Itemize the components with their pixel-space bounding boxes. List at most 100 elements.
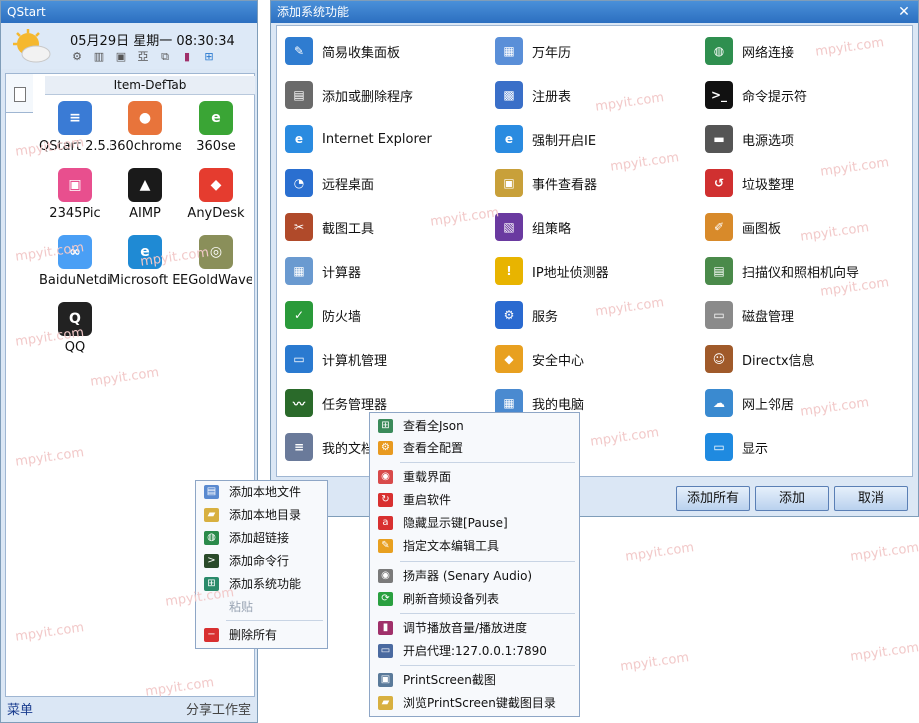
menu-item[interactable]: ▰ 浏览PrintScreen键截图目录 — [370, 692, 579, 714]
app-shortcut[interactable]: ∞ BaiduNetdisk — [39, 235, 111, 288]
menu-item[interactable]: ▮ 调节播放音量/播放进度 — [370, 617, 579, 639]
snip-icon: ✂ — [285, 213, 313, 241]
side-tab-default[interactable] — [5, 73, 33, 113]
app-shortcut[interactable]: ▲ AIMP — [109, 168, 181, 221]
globe-icon: ◍ — [204, 531, 219, 545]
menu-item[interactable]: ▤ 添加本地文件 — [196, 481, 327, 503]
menu-item[interactable]: ◍ 添加超链接 — [196, 527, 327, 549]
app-label: AnyDesk — [187, 206, 245, 221]
system-function-item[interactable]: ◔ 远程桌面 — [285, 168, 374, 198]
menu-link[interactable]: 菜单 — [7, 700, 33, 722]
font-icon[interactable]: 亞 — [136, 50, 150, 64]
network-neighborhood-icon: ☁ — [705, 389, 733, 417]
system-function-item[interactable]: ◍ 网络连接 — [705, 36, 794, 66]
system-function-item[interactable]: ! IP地址侦测器 — [495, 256, 609, 286]
image-icon[interactable]: ▣ — [114, 50, 128, 64]
system-function-item[interactable]: ▦ 万年历 — [495, 36, 571, 66]
function-label: 我的文档 — [322, 441, 375, 457]
system-function-item[interactable]: ▣ 事件查看器 — [495, 168, 597, 198]
header-toolbar: ⚙ ▥ ▣ 亞 ⧉ ▮ ⊞ — [70, 50, 216, 64]
system-function-item[interactable]: ≡ 我的文档 — [285, 432, 374, 462]
dialog-titlebar[interactable]: 添加系统功能 — [271, 1, 918, 23]
menu-item[interactable]: ◉ 扬声器 (Senary Audio) — [370, 565, 579, 587]
gear-icon[interactable]: ⚙ — [70, 50, 84, 64]
app-shortcut[interactable]: ◎ EGoldWaveP — [180, 235, 252, 288]
system-function-item[interactable]: ▦ 计算器 — [285, 256, 361, 286]
system-function-item[interactable]: ✎ 简易收集面板 — [285, 36, 400, 66]
close-icon[interactable]: ✕ — [896, 4, 912, 20]
services-icon: ⚙ — [495, 301, 523, 329]
function-label: 防火墙 — [322, 309, 362, 325]
file-icon: ▤ — [204, 485, 219, 499]
menu-item[interactable]: ⊞ 添加系统功能 — [196, 573, 327, 595]
screenshot-icon: ▣ — [378, 673, 393, 687]
remote-desktop-icon: ◔ — [285, 169, 313, 197]
function-label: 显示 — [742, 441, 769, 457]
volume-bars-icon[interactable]: ▮ — [180, 50, 194, 64]
system-function-item[interactable]: ▤ 扫描仪和照相机向导 — [705, 256, 859, 286]
book-icon[interactable]: ▥ — [92, 50, 106, 64]
app-shortcut[interactable]: ● 360chrome — [109, 101, 181, 154]
document-icon — [14, 87, 26, 102]
function-label: 任务管理器 — [322, 397, 388, 413]
app-shortcut[interactable]: Q QQ — [39, 302, 111, 355]
system-function-item[interactable]: >_ 命令提示符 — [705, 80, 807, 110]
app-shortcut[interactable]: e 360se — [180, 101, 252, 154]
share-studio-link[interactable]: 分享工作室 — [186, 700, 251, 722]
system-function-item[interactable]: ☁ 网上邻居 — [705, 388, 794, 418]
menu-item-label: 刷新音频设备列表 — [403, 592, 500, 606]
menu-item[interactable]: ⟳ 刷新音频设备列表 — [370, 588, 579, 610]
system-function-item[interactable]: ↺ 垃圾整理 — [705, 168, 794, 198]
system-function-item[interactable]: ▬ 电源选项 — [705, 124, 794, 154]
menu-item[interactable]: ✎ 指定文本编辑工具 — [370, 535, 579, 557]
menu-item[interactable]: − 删除所有 — [196, 624, 327, 646]
system-function-item[interactable]: ◆ 安全中心 — [495, 344, 584, 374]
json-icon: ⊞ — [378, 419, 393, 433]
menu-item[interactable]: a 隐藏显示键[Pause] — [370, 512, 579, 534]
event-viewer-icon: ▣ — [495, 169, 523, 197]
menu-item[interactable]: ◉ 重载界面 — [370, 466, 579, 488]
system-function-icon: ⊞ — [204, 577, 219, 591]
scanner-icon: ▤ — [705, 257, 733, 285]
add-button[interactable]: 添加 — [755, 486, 829, 511]
install-icon: ▤ — [285, 81, 313, 109]
disk-icon: ▭ — [705, 301, 733, 329]
hide-key-icon: a — [378, 516, 393, 530]
app-shortcut[interactable]: e Microsoft Edge — [109, 235, 181, 288]
sun-cloud-icon[interactable] — [12, 28, 52, 64]
app-shortcut[interactable]: ◆ AnyDesk — [180, 168, 252, 221]
system-function-item[interactable]: ✓ 防火墙 — [285, 300, 361, 330]
system-function-item[interactable]: ✐ 画图板 — [705, 212, 781, 242]
menu-item: 粘贴 — [196, 596, 327, 618]
system-function-item[interactable]: ▩ 注册表 — [495, 80, 571, 110]
add-all-button[interactable]: 添加所有 — [676, 486, 750, 511]
app-shortcut[interactable]: ≡ QStart 2.5.0 — [39, 101, 111, 154]
windows-logo-icon[interactable]: ⊞ — [202, 50, 216, 64]
screenshot-icon[interactable]: ⧉ — [158, 50, 172, 64]
menu-item[interactable]: > 添加命令行 — [196, 550, 327, 572]
system-function-item[interactable]: ▭ 显示 — [705, 432, 768, 462]
system-function-item[interactable]: ✂ 截图工具 — [285, 212, 374, 242]
system-function-item[interactable]: ▭ 计算机管理 — [285, 344, 387, 374]
system-function-item[interactable]: ⚙ 服务 — [495, 300, 558, 330]
menu-item[interactable]: ▰ 添加本地目录 — [196, 504, 327, 526]
clipboard-icon: ✎ — [285, 37, 313, 65]
menu-item[interactable]: ▣ PrintScreen截图 — [370, 669, 579, 691]
menu-item[interactable]: ▭ 开启代理:127.0.0.1:7890 — [370, 640, 579, 662]
system-function-item[interactable]: ☺ Directx信息 — [705, 344, 815, 374]
app-label: 360chrome — [109, 139, 181, 154]
system-function-item[interactable]: ▭ 磁盘管理 — [705, 300, 794, 330]
picture-icon: ▣ — [58, 168, 92, 202]
menu-item[interactable]: ↻ 重启软件 — [370, 489, 579, 511]
system-function-item[interactable]: ▤ 添加或删除程序 — [285, 80, 413, 110]
app-shortcut[interactable]: ▣ 2345Pic — [39, 168, 111, 221]
system-function-item[interactable]: e Internet Explorer — [285, 124, 432, 154]
menu-item-label: 浏览PrintScreen键截图目录 — [403, 696, 556, 710]
menu-item[interactable]: ⚙ 查看全配置 — [370, 437, 579, 459]
qstart-titlebar[interactable]: QStart — [1, 1, 257, 23]
cancel-button[interactable]: 取消 — [834, 486, 908, 511]
system-function-item[interactable]: e 强制开启IE — [495, 124, 596, 154]
system-function-item[interactable]: ▧ 组策略 — [495, 212, 571, 242]
menu-item-label: 添加超链接 — [229, 531, 290, 545]
menu-item[interactable]: ⊞ 查看全Json — [370, 415, 579, 437]
